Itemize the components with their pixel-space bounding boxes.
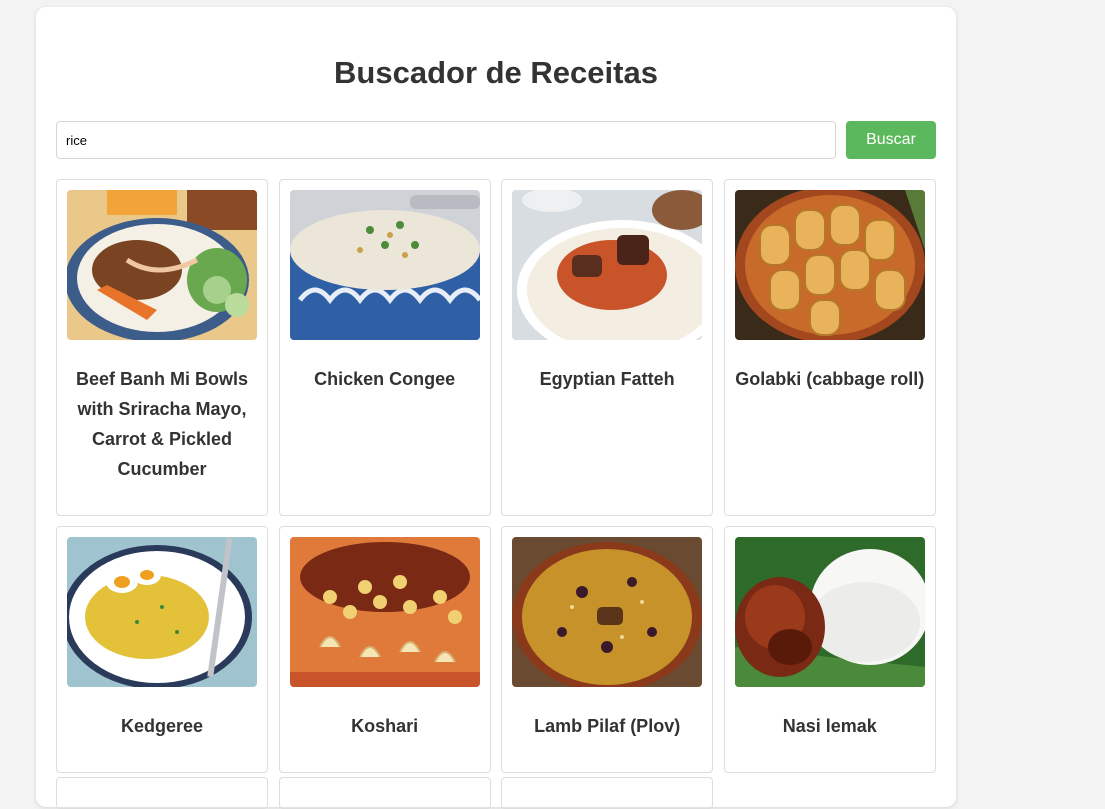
recipe-card[interactable] xyxy=(56,777,268,809)
recipe-image xyxy=(512,537,703,687)
recipe-image xyxy=(67,537,257,687)
recipe-card[interactable]: Koshari xyxy=(278,526,491,773)
recipe-grid-next-row xyxy=(56,777,936,809)
search-button[interactable]: Buscar xyxy=(846,121,936,159)
recipe-card[interactable]: Nasi lemak xyxy=(723,526,936,773)
recipe-card[interactable]: Egyptian Fatteh xyxy=(501,179,714,516)
recipe-title: Chicken Congee xyxy=(314,369,456,389)
recipe-image xyxy=(734,537,925,687)
recipe-image xyxy=(289,190,480,340)
recipe-image xyxy=(512,190,703,340)
recipe-grid: Beef Banh Mi Bowls with Sriracha Mayo, C… xyxy=(56,179,936,773)
recipe-card[interactable]: Chicken Congee xyxy=(278,179,491,516)
recipe-title: Golabki (cabbage roll) xyxy=(735,369,925,389)
recipe-card[interactable]: Golabki (cabbage roll) xyxy=(723,179,936,516)
recipe-card[interactable] xyxy=(501,777,714,809)
recipe-card[interactable]: Kedgeree xyxy=(56,526,268,773)
recipe-card[interactable] xyxy=(278,777,491,809)
page-title: Buscador de Receitas xyxy=(334,55,658,90)
recipe-image xyxy=(289,537,480,687)
recipe-title: Koshari xyxy=(351,716,419,736)
search-input[interactable] xyxy=(56,121,836,159)
recipe-title: Beef Banh Mi Bowls with Sriracha Mayo, C… xyxy=(75,369,249,479)
recipe-title: Egyptian Fatteh xyxy=(539,369,675,389)
recipe-title: Nasi lemak xyxy=(782,716,877,736)
recipe-image xyxy=(67,190,257,340)
recipe-search-panel: Buscador de Receitas Buscar xyxy=(36,7,956,809)
recipe-image xyxy=(734,190,925,340)
recipe-title: Kedgeree xyxy=(120,716,204,736)
recipe-card[interactable]: Lamb Pilaf (Plov) xyxy=(501,526,714,773)
recipe-card[interactable]: Beef Banh Mi Bowls with Sriracha Mayo, C… xyxy=(56,179,268,516)
recipe-title: Lamb Pilaf (Plov) xyxy=(534,716,681,736)
